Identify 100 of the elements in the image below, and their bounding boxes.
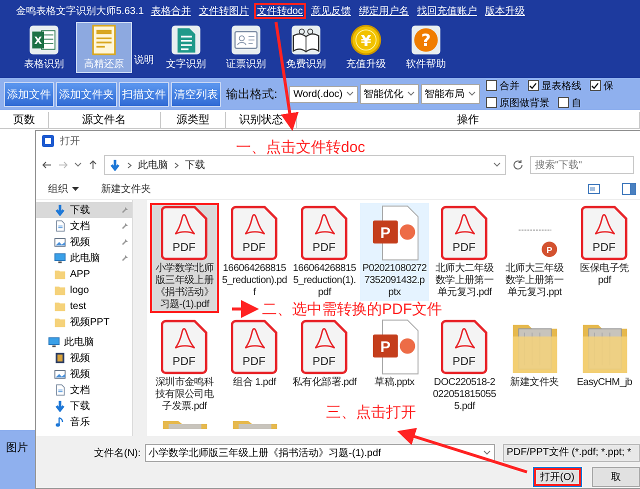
file-item[interactable]: PDF 1660642688155_reduction(1).pdf: [290, 203, 359, 301]
file-item[interactable]: PDF 私有化部署.pdf: [290, 317, 359, 391]
nav-item[interactable]: 下载: [36, 202, 132, 218]
annotation-arrow: [232, 300, 259, 318]
file-item[interactable]: EasyCHM_jb: [570, 317, 639, 391]
option-checkbox[interactable]: 自: [558, 96, 582, 110]
menu-link[interactable]: 绑定用户名: [356, 3, 412, 19]
pdf-file-icon: PDF: [160, 205, 208, 261]
pdf-file-icon: PDF: [230, 319, 278, 375]
help-note-link[interactable]: 说明: [134, 53, 154, 67]
file-item[interactable]: PDF 组合 1.pdf: [220, 317, 289, 391]
file-type-dropdown[interactable]: PDF/PPT文件 (*.pdf; *.ppt; *: [502, 444, 640, 462]
nav-item[interactable]: logo: [36, 282, 132, 298]
file-item[interactable]: P P020210802727352091432.pptx: [360, 203, 429, 301]
pdf-file-icon: PDF: [580, 205, 628, 261]
toolbar-button[interactable]: 证票识别: [218, 22, 274, 73]
toolbar-button[interactable]: 文字识别: [158, 22, 214, 73]
dropdown[interactable]: Word(.doc): [289, 86, 358, 102]
file-item[interactable]: P 北师大三年级数学上册第一单元复习.ppt: [500, 203, 569, 301]
nav-item[interactable]: 此电脑: [36, 334, 132, 350]
back-arrow-icon[interactable]: [42, 160, 52, 170]
folder-icon: [54, 284, 66, 296]
menu-link[interactable]: 意见反馈: [308, 3, 354, 19]
file-item[interactable]: 新建文件夹: [500, 317, 569, 391]
dialog-button[interactable]: 取: [592, 467, 640, 487]
checkmark-icon: [591, 82, 600, 90]
menu-link[interactable]: 文件转图片: [196, 3, 252, 19]
command-button[interactable]: 组织: [48, 182, 79, 196]
chevron-icon: [468, 91, 476, 97]
nav-item[interactable]: APP: [36, 266, 132, 282]
dropdown[interactable]: 智能优化: [360, 84, 419, 104]
pin-icon: [120, 238, 128, 246]
app-icon: [42, 135, 54, 147]
nav-item[interactable]: 下载: [36, 398, 132, 414]
annotation-text: 一、点击文件转doc: [236, 138, 366, 157]
toolbar-button[interactable]: ? 软件帮助: [398, 22, 454, 73]
nav-item[interactable]: 视频: [36, 366, 132, 382]
music-note-icon: [54, 416, 66, 428]
nav-item[interactable]: 视频: [36, 350, 132, 366]
file-name-field[interactable]: 小学数学北师版三年级上册《捐书活动》习题-(1).pdf: [144, 444, 495, 462]
chevron-icon: [346, 91, 354, 97]
nav-item[interactable]: 音乐: [36, 414, 132, 430]
folder-icon: [54, 316, 66, 328]
option-checkbox[interactable]: 原图做背景: [486, 96, 550, 110]
address-bar[interactable]: 此电脑 下载: [104, 155, 506, 175]
file-item[interactable]: PDF 医保电子凭 pdf: [570, 203, 639, 289]
chevron-icon[interactable]: [493, 162, 501, 168]
action-button[interactable]: 添加文件: [4, 82, 54, 106]
toolbar-button[interactable]: X 表格识别: [16, 22, 72, 73]
option-checkbox[interactable]: 合并: [486, 78, 520, 92]
file-item[interactable]: PDF 1660642688155_reduction).pdf: [220, 203, 289, 301]
help-icon: ?: [410, 24, 442, 56]
breadcrumb[interactable]: 此电脑: [138, 158, 168, 172]
menu-link[interactable]: 版本升级: [482, 3, 528, 19]
option-checkbox[interactable]: 保: [590, 78, 614, 92]
menu-link[interactable]: 找回充值账户: [414, 3, 480, 19]
up-arrow-icon[interactable]: [88, 160, 98, 170]
column-header: 源类型: [160, 112, 226, 128]
id-card-icon: [230, 24, 262, 56]
view-options-icon[interactable]: [588, 184, 600, 194]
nav-item[interactable]: 视频PPT: [36, 314, 132, 330]
nav-item[interactable]: 视频: [36, 234, 132, 250]
dropdown[interactable]: 智能布局: [420, 84, 480, 104]
file-item[interactable]: P 草稿.pptx: [360, 317, 429, 391]
text-page-icon: [170, 24, 202, 56]
action-button[interactable]: 添加文件夹: [56, 82, 117, 106]
scrollbar[interactable]: [133, 200, 147, 436]
command-button[interactable]: 新建文件夹: [101, 182, 151, 196]
dialog-title: 打开: [60, 134, 80, 148]
file-item[interactable]: PDF 北师大二年级数学上册第一单元复习.pdf: [430, 203, 499, 301]
dialog-button[interactable]: 打开(O): [533, 467, 582, 487]
nav-item[interactable]: 文档: [36, 218, 132, 234]
pdf-file-icon: PDF: [440, 319, 488, 375]
file-item[interactable]: PDF DOC220518-20220518150555.pdf: [430, 317, 499, 415]
file-item[interactable]: PDF 深圳市金鸣科技有限公司电子发票.pdf: [150, 317, 219, 415]
menu-link[interactable]: 表格合并: [148, 3, 194, 19]
action-button[interactable]: 清空列表: [171, 82, 221, 106]
column-header: 操作: [296, 112, 640, 128]
option-checkbox[interactable]: 显表格线: [528, 78, 582, 92]
folder-icon: [160, 421, 208, 429]
document-icon: [54, 384, 66, 396]
nav-item[interactable]: 文档: [36, 382, 132, 398]
column-header: 识别状态: [226, 112, 297, 128]
pdf-file-icon: PDF: [230, 205, 278, 261]
nav-item[interactable]: test: [36, 298, 132, 314]
toolbar-button[interactable]: ¥ 充值升级: [338, 22, 394, 73]
file-item[interactable]: PDF 小学数学北师版三年级上册《捐书活动》习题-(1).pdf: [150, 203, 219, 313]
menu-link[interactable]: 文件转doc: [254, 3, 306, 19]
chevron-icon[interactable]: [74, 162, 82, 168]
checkmark-icon: [529, 82, 538, 90]
toolbar-button[interactable]: 免费识别: [278, 22, 334, 73]
breadcrumb[interactable]: 下载: [185, 158, 205, 172]
action-button[interactable]: 扫描文件: [119, 82, 169, 106]
picture-icon: [54, 236, 66, 248]
refresh-icon[interactable]: [512, 159, 524, 171]
preview-pane-icon[interactable]: [622, 183, 636, 195]
chevron-right-icon: [174, 162, 179, 168]
search-field[interactable]: 搜索"下载": [530, 156, 634, 174]
monitor-icon: [54, 252, 66, 264]
nav-item[interactable]: 此电脑: [36, 250, 132, 266]
